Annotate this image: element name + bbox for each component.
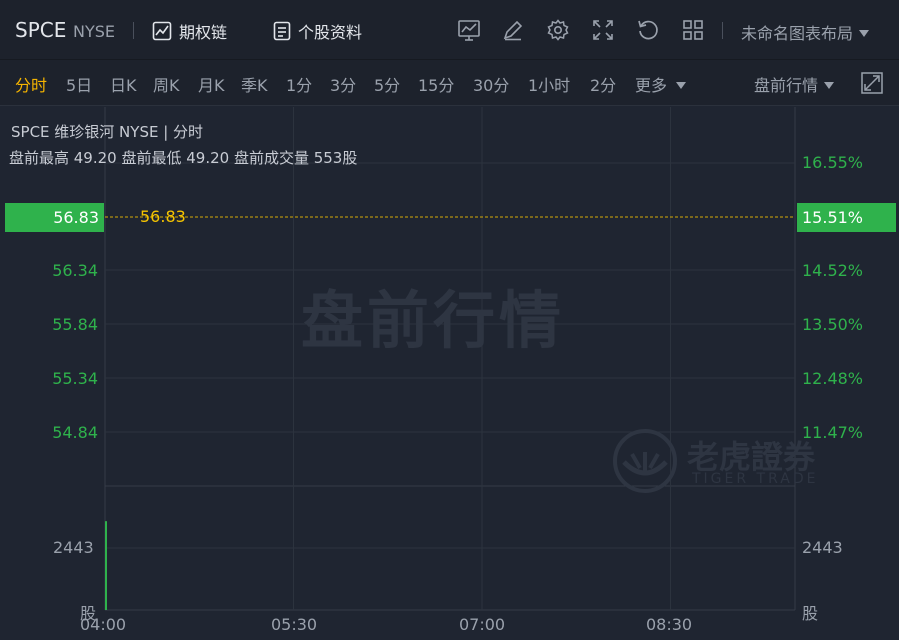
volume-bar xyxy=(105,521,107,610)
period-tab[interactable]: 2分 xyxy=(590,72,616,96)
time-tick: 04:00 xyxy=(80,615,127,634)
volume-tick-left: 2443 xyxy=(53,538,94,557)
stock-info-line: SPCE 维珍银河 NYSE | 分时 xyxy=(11,123,204,141)
time-tick: 05:30 xyxy=(271,615,318,634)
intraday-chart[interactable] xyxy=(0,107,899,640)
time-tick: 08:30 xyxy=(646,615,693,634)
period-tab[interactable]: 日K xyxy=(110,72,137,96)
refresh-icon xyxy=(638,20,658,40)
premarket-stats: 盘前最高 49.20 盘前最低 49.20 盘前成交量 553股 xyxy=(9,149,358,167)
current-price-badge: 56.83 xyxy=(5,203,104,232)
period-tab[interactable]: 月K xyxy=(198,72,225,96)
pencil-icon xyxy=(503,20,523,41)
pct-tick: 12.48% xyxy=(802,369,864,388)
period-tab[interactable]: 30分 xyxy=(473,72,509,96)
period-tab[interactable]: 分时 xyxy=(15,72,47,96)
layout-name: 未命名图表布局 xyxy=(741,24,854,43)
exchange-label: NYSE xyxy=(73,22,116,41)
premarket-watermark: 盘前行情 xyxy=(301,284,566,357)
tiger-logo-icon xyxy=(613,429,677,493)
period-tab[interactable]: 1分 xyxy=(286,72,312,96)
stock-symbol[interactable]: SPCE xyxy=(15,18,66,42)
volume-unit-right: 股 xyxy=(802,604,819,623)
caret-down-icon xyxy=(824,82,835,89)
gear-icon xyxy=(547,19,569,41)
premarket-label: 盘前行情 xyxy=(754,76,819,95)
stock-profile-label: 个股资料 xyxy=(298,23,363,42)
period-tab[interactable]: 5分 xyxy=(374,72,400,96)
current-price-label: 56.83 xyxy=(140,207,186,226)
time-tick: 07:00 xyxy=(459,615,506,634)
price-tick: 56.34 xyxy=(52,261,98,280)
logo-subtitle: TIGER TRADE xyxy=(692,471,819,487)
caret-down-icon xyxy=(859,30,870,37)
toolbar-divider xyxy=(133,22,134,39)
period-bar: 分时 5日 日K 周K 月K 季K 1分 3分 5分 15分 30分 1小时 2… xyxy=(0,60,899,106)
current-pct-badge: 15.51% xyxy=(797,203,896,232)
chart-line-icon xyxy=(152,21,172,41)
price-tick: 54.84 xyxy=(52,423,98,442)
options-chain-button[interactable]: 期权链 xyxy=(152,19,227,43)
period-tab[interactable]: 季K xyxy=(241,72,268,96)
price-tick: 55.84 xyxy=(52,315,98,334)
premarket-selector[interactable]: 盘前行情 xyxy=(754,72,835,96)
stock-profile-button[interactable]: 个股资料 xyxy=(273,19,362,43)
volume-tick-right: 2443 xyxy=(802,538,843,557)
settings-button[interactable] xyxy=(546,18,570,42)
price-tick: 55.34 xyxy=(52,369,98,388)
expand-button[interactable] xyxy=(861,72,883,94)
indicator-icon xyxy=(458,20,480,41)
more-label: 更多 xyxy=(635,76,668,95)
period-tab[interactable]: 1小时 xyxy=(528,72,570,96)
tiger-trade-logo: 老虎證券 TIGER TRADE xyxy=(612,428,832,498)
period-tab[interactable]: 15分 xyxy=(418,72,454,96)
layout-grid-button[interactable] xyxy=(681,18,705,42)
more-periods-button[interactable]: 更多 xyxy=(635,72,687,96)
document-icon xyxy=(273,21,291,41)
pct-tick: 11.47% xyxy=(802,423,864,442)
pct-tick: 16.55% xyxy=(802,153,864,172)
fullscreen-icon xyxy=(593,20,613,40)
indicator-button[interactable] xyxy=(457,18,481,42)
pct-tick: 14.52% xyxy=(802,261,864,280)
pct-tick: 13.50% xyxy=(802,315,864,334)
period-tab[interactable]: 3分 xyxy=(330,72,356,96)
toolbar-divider xyxy=(722,22,723,39)
draw-button[interactable] xyxy=(501,18,525,42)
period-tab[interactable]: 5日 xyxy=(66,72,92,96)
period-tab[interactable]: 周K xyxy=(153,72,180,96)
refresh-button[interactable] xyxy=(636,18,660,42)
caret-down-icon xyxy=(676,82,687,89)
layout-selector[interactable]: 未命名图表布局 xyxy=(741,20,870,44)
top-toolbar: SPCE NYSE 期权链 个股资料 未命名图表布局 xyxy=(0,0,899,60)
volume-bars xyxy=(105,521,107,610)
fullscreen-button[interactable] xyxy=(591,18,615,42)
expand-icon xyxy=(861,72,883,94)
grid-icon xyxy=(683,20,703,40)
options-chain-label: 期权链 xyxy=(179,23,228,42)
